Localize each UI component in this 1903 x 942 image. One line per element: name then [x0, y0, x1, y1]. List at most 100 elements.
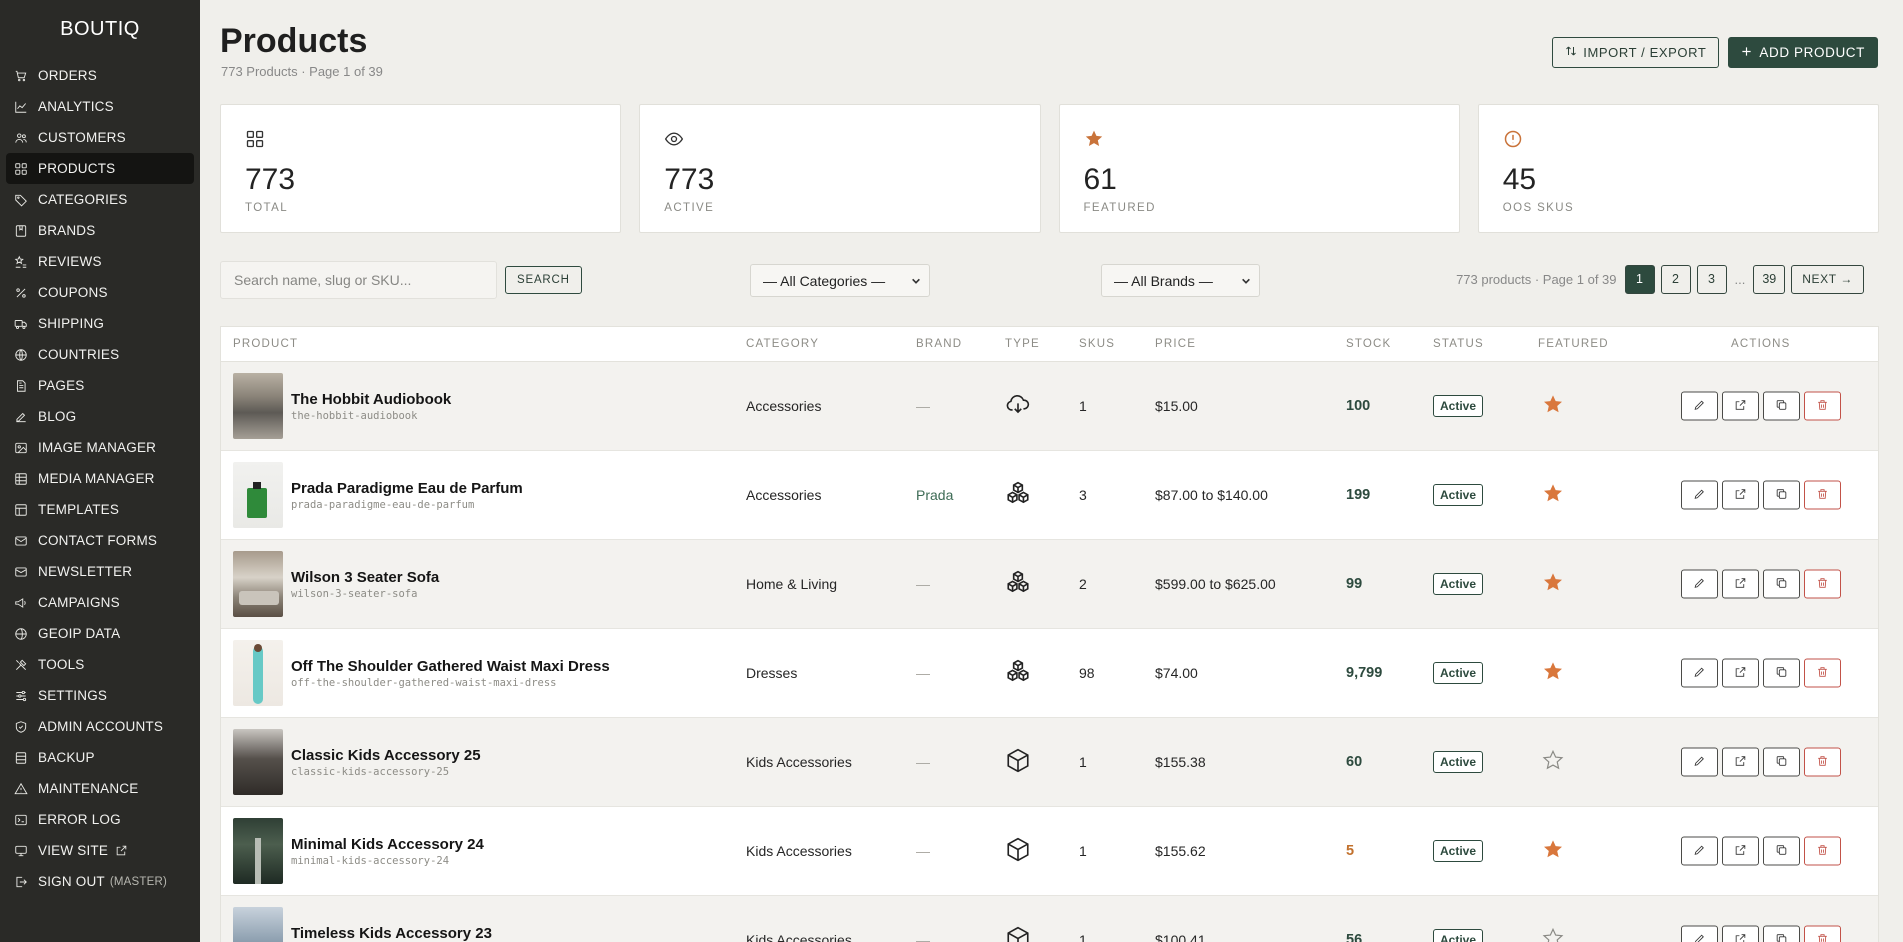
- duplicate-button[interactable]: [1763, 658, 1800, 688]
- edit-button[interactable]: [1681, 391, 1718, 421]
- delete-button[interactable]: [1804, 747, 1841, 777]
- delete-button[interactable]: [1804, 391, 1841, 421]
- product-thumbnail[interactable]: [233, 551, 283, 617]
- product-thumbnail[interactable]: [233, 907, 283, 942]
- featured-star-filled-icon[interactable]: [1542, 839, 1564, 864]
- view-button[interactable]: [1722, 480, 1759, 510]
- product-name[interactable]: The Hobbit Audiobook: [291, 391, 451, 408]
- product-thumbnail[interactable]: [233, 818, 283, 884]
- sidebar-item-tools[interactable]: TOOLS: [6, 649, 194, 680]
- featured-star-outline-icon[interactable]: [1542, 927, 1564, 942]
- page-button-3[interactable]: 3: [1696, 264, 1727, 294]
- sidebar-item-settings[interactable]: SETTINGS: [6, 680, 194, 711]
- featured-star-outline-icon[interactable]: [1542, 749, 1564, 775]
- table-row[interactable]: Off The Shoulder Gathered Waist Maxi Dre…: [221, 629, 1878, 718]
- product-brand[interactable]: Prada: [916, 487, 953, 503]
- product-thumbnail[interactable]: [233, 373, 283, 439]
- sidebar-item-countries[interactable]: COUNTRIES: [6, 339, 194, 370]
- product-name[interactable]: Timeless Kids Accessory 23: [291, 925, 492, 942]
- sidebar-item-brands[interactable]: BRANDS: [6, 215, 194, 246]
- sidebar-item-view-site[interactable]: VIEW SITE: [6, 835, 194, 866]
- sidebar-item-customers[interactable]: CUSTOMERS: [6, 122, 194, 153]
- brand-logo[interactable]: BOUTIQ: [0, 0, 200, 56]
- column-header-type[interactable]: TYPE: [1005, 338, 1040, 350]
- add-product-button[interactable]: ADD PRODUCT: [1728, 37, 1878, 68]
- table-row[interactable]: Classic Kids Accessory 25 classic-kids-a…: [221, 718, 1878, 807]
- delete-button[interactable]: [1804, 925, 1841, 942]
- sidebar-item-maintenance[interactable]: MAINTENANCE: [6, 773, 194, 804]
- view-button[interactable]: [1722, 836, 1759, 866]
- sidebar-item-reviews[interactable]: REVIEWS: [6, 246, 194, 277]
- page-button-39[interactable]: 39: [1753, 264, 1786, 294]
- sidebar-item-blog[interactable]: BLOG: [6, 401, 194, 432]
- sidebar-item-sign-out[interactable]: SIGN OUT (MASTER): [6, 866, 194, 897]
- view-button[interactable]: [1722, 569, 1759, 599]
- sidebar-item-coupons[interactable]: COUPONS: [6, 277, 194, 308]
- column-header-price[interactable]: PRICE: [1155, 338, 1196, 350]
- sidebar-item-image-manager[interactable]: IMAGE MANAGER: [6, 432, 194, 463]
- sidebar-item-media-manager[interactable]: MEDIA MANAGER: [6, 463, 194, 494]
- duplicate-button[interactable]: [1763, 480, 1800, 510]
- column-header-product[interactable]: PRODUCT: [233, 338, 298, 350]
- product-name[interactable]: Off The Shoulder Gathered Waist Maxi Dre…: [291, 658, 610, 675]
- edit-button[interactable]: [1681, 480, 1718, 510]
- delete-button[interactable]: [1804, 658, 1841, 688]
- sidebar-item-backup[interactable]: BACKUP: [6, 742, 194, 773]
- view-button[interactable]: [1722, 747, 1759, 777]
- sidebar-item-analytics[interactable]: ANALYTICS: [6, 91, 194, 122]
- page-button-2[interactable]: 2: [1660, 264, 1691, 294]
- product-name[interactable]: Minimal Kids Accessory 24: [291, 836, 484, 853]
- featured-star-filled-icon[interactable]: [1542, 661, 1564, 686]
- delete-button[interactable]: [1804, 836, 1841, 866]
- column-header-skus[interactable]: SKUS: [1079, 338, 1115, 350]
- search-input[interactable]: [220, 261, 497, 299]
- import-export-button[interactable]: IMPORT / EXPORT: [1552, 37, 1720, 68]
- duplicate-button[interactable]: [1763, 925, 1800, 942]
- sidebar-item-contact-forms[interactable]: CONTACT FORMS: [6, 525, 194, 556]
- duplicate-button[interactable]: [1763, 747, 1800, 777]
- next-page-button[interactable]: NEXT →: [1791, 264, 1864, 294]
- category-select[interactable]: — All Categories —: [750, 264, 930, 297]
- table-row[interactable]: Wilson 3 Seater Sofa wilson-3-seater-sof…: [221, 540, 1878, 629]
- sidebar-item-admin-accounts[interactable]: ADMIN ACCOUNTS: [6, 711, 194, 742]
- delete-button[interactable]: [1804, 569, 1841, 599]
- sidebar-item-pages[interactable]: PAGES: [6, 370, 194, 401]
- sidebar-item-error-log[interactable]: ERROR LOG: [6, 804, 194, 835]
- product-name[interactable]: Classic Kids Accessory 25: [291, 747, 481, 764]
- sidebar-item-shipping[interactable]: SHIPPING: [6, 308, 194, 339]
- product-thumbnail[interactable]: [233, 640, 283, 706]
- featured-star-filled-icon[interactable]: [1542, 483, 1564, 508]
- sidebar-item-products[interactable]: PRODUCTS: [6, 153, 194, 184]
- edit-button[interactable]: [1681, 658, 1718, 688]
- column-header-category[interactable]: CATEGORY: [746, 338, 819, 350]
- sidebar-item-geoip-data[interactable]: GEOIP DATA: [6, 618, 194, 649]
- duplicate-button[interactable]: [1763, 569, 1800, 599]
- table-row[interactable]: Prada Paradigme Eau de Parfum prada-para…: [221, 451, 1878, 540]
- product-thumbnail[interactable]: [233, 462, 283, 528]
- delete-button[interactable]: [1804, 480, 1841, 510]
- sidebar-item-newsletter[interactable]: NEWSLETTER: [6, 556, 194, 587]
- duplicate-button[interactable]: [1763, 391, 1800, 421]
- product-name[interactable]: Prada Paradigme Eau de Parfum: [291, 480, 523, 497]
- column-header-featured[interactable]: FEATURED: [1538, 338, 1609, 350]
- view-button[interactable]: [1722, 925, 1759, 942]
- featured-star-filled-icon[interactable]: [1542, 394, 1564, 419]
- edit-button[interactable]: [1681, 925, 1718, 942]
- column-header-stock[interactable]: STOCK: [1346, 338, 1391, 350]
- table-row[interactable]: The Hobbit Audiobook the-hobbit-audioboo…: [221, 362, 1878, 451]
- brand-select[interactable]: — All Brands —: [1101, 264, 1260, 297]
- page-button-1[interactable]: 1: [1624, 264, 1655, 294]
- product-name[interactable]: Wilson 3 Seater Sofa: [291, 569, 439, 586]
- view-button[interactable]: [1722, 658, 1759, 688]
- sidebar-item-campaigns[interactable]: CAMPAIGNS: [6, 587, 194, 618]
- table-row[interactable]: Minimal Kids Accessory 24 minimal-kids-a…: [221, 807, 1878, 896]
- sidebar-item-orders[interactable]: ORDERS: [6, 60, 194, 91]
- column-header-status[interactable]: STATUS: [1433, 338, 1484, 350]
- sidebar-item-templates[interactable]: TEMPLATES: [6, 494, 194, 525]
- product-thumbnail[interactable]: [233, 729, 283, 795]
- sidebar-item-categories[interactable]: CATEGORIES: [6, 184, 194, 215]
- duplicate-button[interactable]: [1763, 836, 1800, 866]
- edit-button[interactable]: [1681, 836, 1718, 866]
- table-row[interactable]: Timeless Kids Accessory 23 timeless-kids…: [221, 896, 1878, 942]
- view-button[interactable]: [1722, 391, 1759, 421]
